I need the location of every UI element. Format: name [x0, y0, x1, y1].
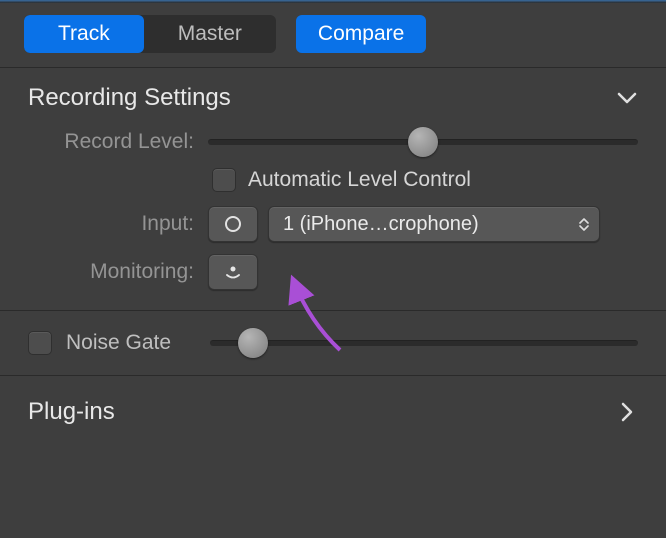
- monitoring-row: Monitoring:: [0, 248, 666, 310]
- slider-track: [210, 340, 638, 346]
- monitoring-toggle[interactable]: [208, 254, 258, 290]
- chevron-down-icon: [616, 87, 638, 109]
- auto-level-label: Automatic Level Control: [248, 168, 471, 192]
- slider-knob[interactable]: [238, 328, 268, 358]
- updown-icon: [579, 218, 589, 231]
- input-row: Input: 1 (iPhone…crophone): [0, 202, 666, 248]
- tab-bar: Track Master Compare: [0, 3, 666, 67]
- record-level-slider[interactable]: [208, 139, 638, 145]
- noise-gate-label: Noise Gate: [66, 331, 196, 355]
- recording-settings-header[interactable]: Recording Settings: [0, 68, 666, 122]
- noise-gate-slider[interactable]: [210, 340, 638, 346]
- auto-level-checkbox[interactable]: [212, 168, 236, 192]
- monitoring-icon: [223, 264, 243, 280]
- recording-settings-panel: Recording Settings Record Level: Automat…: [0, 67, 666, 310]
- auto-level-row: Automatic Level Control: [0, 162, 666, 202]
- tab-master[interactable]: Master: [144, 15, 276, 53]
- record-level-label: Record Level:: [28, 130, 208, 154]
- tab-segment: Track Master: [24, 15, 276, 53]
- input-select-value: 1 (iPhone…crophone): [283, 213, 571, 236]
- slider-knob[interactable]: [408, 127, 438, 157]
- noise-gate-checkbox[interactable]: [28, 331, 52, 355]
- input-mono-button[interactable]: [208, 206, 258, 242]
- input-select[interactable]: 1 (iPhone…crophone): [268, 206, 600, 242]
- tab-track[interactable]: Track: [24, 15, 144, 53]
- noise-gate-row: Noise Gate: [0, 310, 666, 375]
- monitoring-label: Monitoring:: [28, 260, 208, 284]
- recording-settings-title: Recording Settings: [28, 84, 231, 112]
- compare-button[interactable]: Compare: [296, 15, 426, 53]
- circle-icon: [225, 216, 241, 232]
- chevron-right-icon: [616, 401, 638, 423]
- record-level-row: Record Level:: [0, 122, 666, 162]
- plugins-header[interactable]: Plug-ins: [0, 375, 666, 448]
- input-label: Input:: [28, 212, 208, 236]
- plugins-title: Plug-ins: [28, 398, 115, 426]
